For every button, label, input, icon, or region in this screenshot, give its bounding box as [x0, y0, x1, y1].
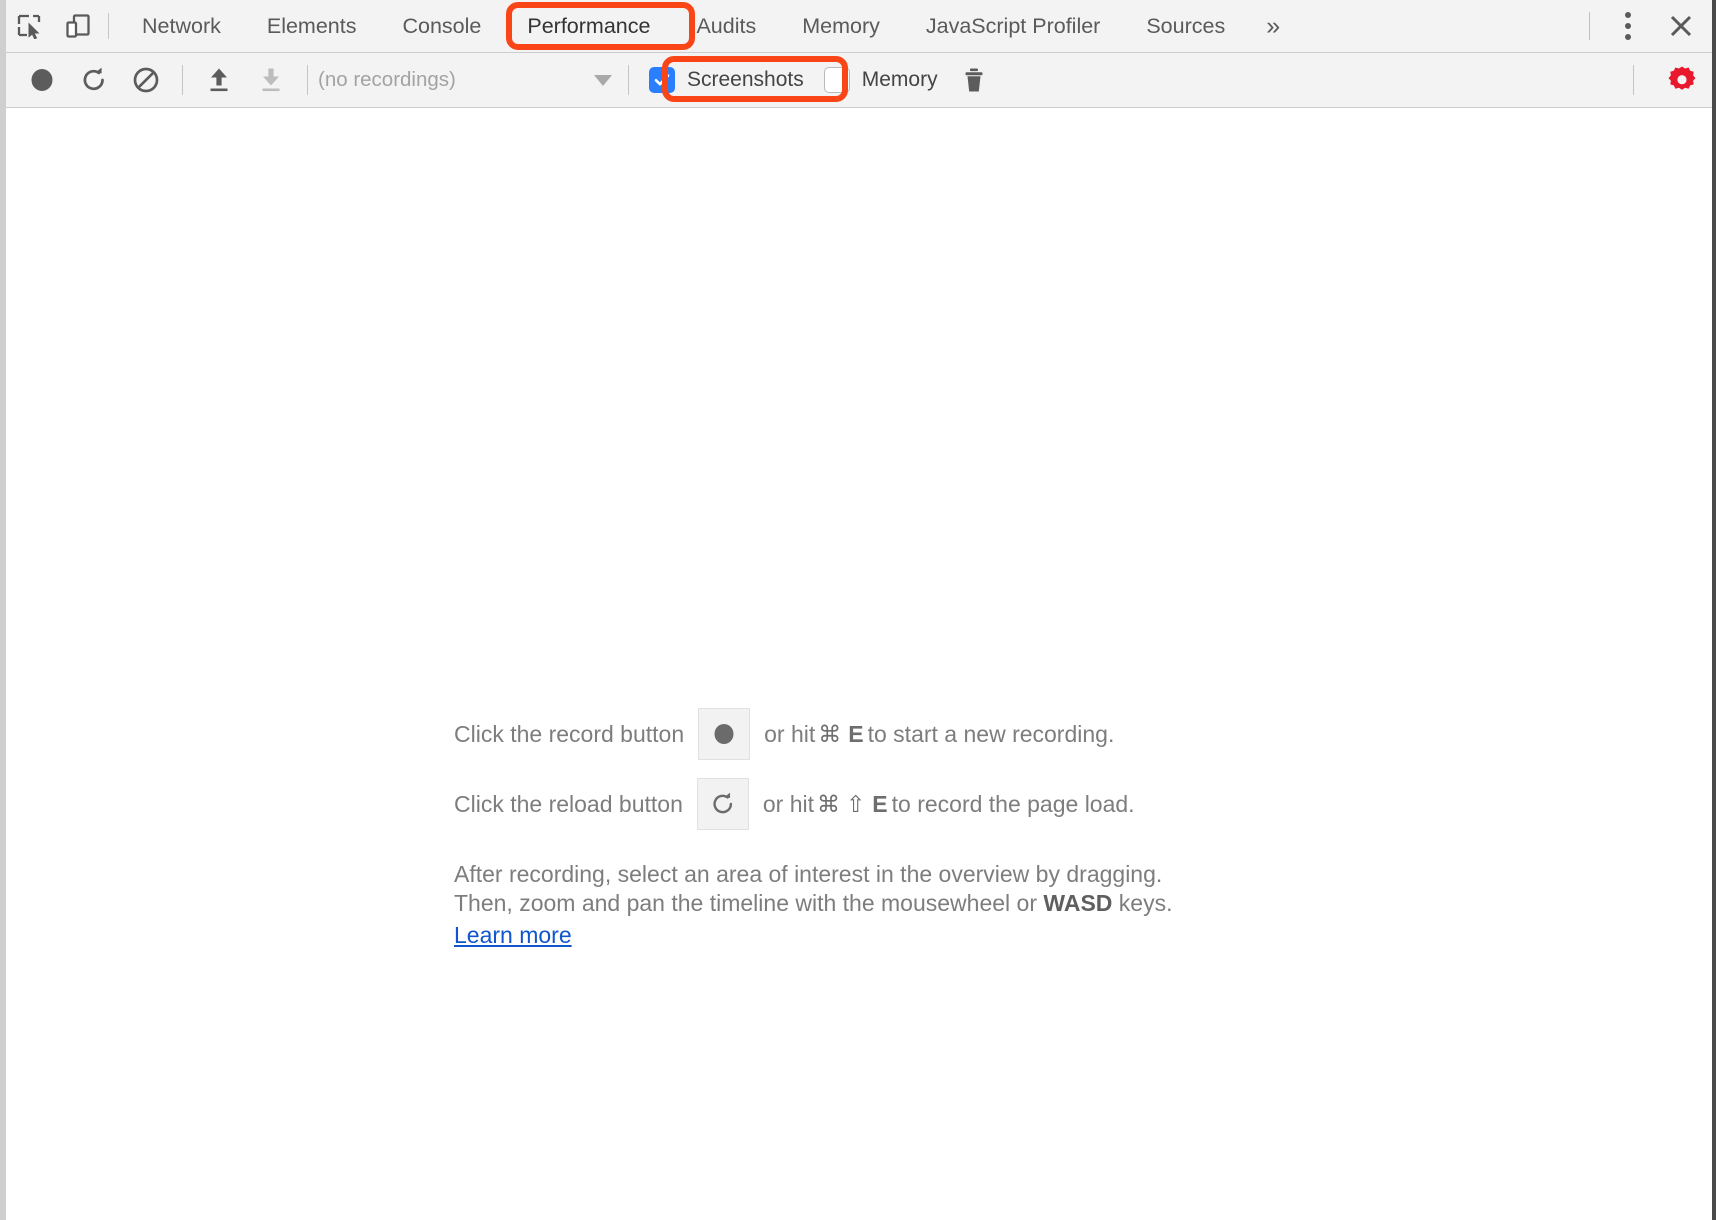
landing-instructions: Click the record button or hit ⌘ E to st… [454, 708, 1294, 950]
reload-and-record-button[interactable] [68, 53, 120, 107]
trash-icon[interactable] [948, 53, 1000, 107]
inspect-element-icon[interactable] [6, 0, 54, 52]
inline-record-button[interactable] [698, 708, 751, 760]
landing-paragraph: After recording, select an area of inter… [454, 860, 1294, 950]
devtools-window: Network Elements Console Performance Aud… [0, 0, 1716, 1220]
download-profile-icon[interactable] [245, 53, 297, 107]
reload-instruction-middle: or hit [762, 790, 814, 817]
screenshots-checkbox[interactable]: Screenshots [639, 60, 814, 100]
checkbox-box [823, 67, 850, 93]
tab-label: JavaScript Profiler [925, 13, 1101, 38]
tab-network[interactable]: Network [119, 0, 244, 52]
performance-panel: Click the record button or hit ⌘ E to st… [6, 108, 1712, 1220]
chevron-down-icon [594, 74, 612, 86]
e-key-glyph: E [872, 790, 888, 817]
tab-label: Elements [266, 13, 357, 38]
chevron-double-right-icon: » [1266, 11, 1281, 40]
tabbar-right-controls [1583, 0, 1712, 52]
reload-instruction-prefix: Click the reload button [454, 790, 683, 817]
record-button[interactable] [16, 53, 68, 107]
record-instruction-middle: or hit [764, 720, 816, 747]
reload-instruction-row: Click the reload button or hit ⌘ ⇧ E to … [454, 778, 1294, 830]
settings-gear-icon[interactable] [1652, 53, 1712, 107]
tab-javascript-profiler[interactable]: JavaScript Profiler [903, 0, 1123, 52]
tab-label: Memory [802, 13, 880, 38]
record-instruction-prefix: Click the record button [454, 720, 685, 747]
tab-memory[interactable]: Memory [779, 0, 903, 52]
recordings-select-value: (no recordings) [318, 68, 456, 91]
checkbox-box [649, 67, 675, 93]
toolbar-right-divider [1633, 65, 1634, 95]
landing-paragraph-line2: Then, zoom and pan the timeline with the… [454, 889, 1294, 918]
tab-label: Console [402, 13, 482, 38]
cmd-key-glyph: ⌘ [817, 790, 840, 817]
tab-performance[interactable]: Performance [504, 0, 674, 52]
tab-console[interactable]: Console [379, 0, 504, 52]
memory-checkbox[interactable]: Memory [814, 60, 948, 100]
more-tabs-button[interactable]: » [1248, 0, 1298, 52]
landing-paragraph-line2-post: keys. [1112, 890, 1173, 917]
memory-label: Memory [861, 68, 938, 91]
landing-paragraph-line2-pre: Then, zoom and pan the timeline with the… [454, 890, 1044, 917]
cmd-key-glyph: ⌘ [818, 720, 842, 747]
device-toolbar-icon[interactable] [54, 0, 102, 52]
tabbar-divider [108, 13, 109, 39]
kebab-menu-icon[interactable] [1606, 12, 1650, 40]
toolbar-divider-2 [307, 65, 308, 95]
tab-label: Performance [527, 13, 651, 38]
record-instruction-row: Click the record button or hit ⌘ E to st… [454, 708, 1294, 760]
reload-instruction-suffix: to record the page load. [891, 790, 1135, 817]
tab-label: Sources [1146, 13, 1226, 38]
toolbar-divider [182, 65, 183, 95]
learn-more-link[interactable]: Learn more [454, 921, 572, 950]
toolbar-divider-3 [628, 65, 629, 95]
devtools-tabbar: Network Elements Console Performance Aud… [6, 0, 1712, 53]
clear-recording-button[interactable] [120, 53, 172, 107]
tab-label: Audits [696, 13, 757, 38]
screenshots-label: Screenshots [687, 68, 804, 91]
tabbar-spacer [1298, 0, 1583, 52]
close-icon[interactable] [1650, 12, 1712, 40]
upload-profile-icon[interactable] [193, 53, 245, 107]
recordings-select[interactable]: (no recordings) [318, 60, 618, 100]
performance-toolbar: (no recordings) Screenshots Memory [6, 53, 1712, 108]
tabbar-right-divider [1589, 12, 1590, 40]
record-instruction-suffix: to start a new recording. [867, 720, 1115, 747]
tab-audits[interactable]: Audits [673, 0, 779, 52]
tab-elements[interactable]: Elements [244, 0, 380, 52]
landing-paragraph-line1: After recording, select an area of inter… [454, 861, 1163, 887]
shift-key-glyph: ⇧ [846, 790, 866, 817]
toolbar-right-controls [1633, 53, 1712, 107]
tab-sources[interactable]: Sources [1123, 0, 1248, 52]
e-key-glyph: E [848, 720, 864, 747]
inline-reload-button[interactable] [696, 778, 749, 830]
tab-label: Network [142, 13, 221, 38]
wasd-keys-label: WASD [1043, 890, 1113, 917]
